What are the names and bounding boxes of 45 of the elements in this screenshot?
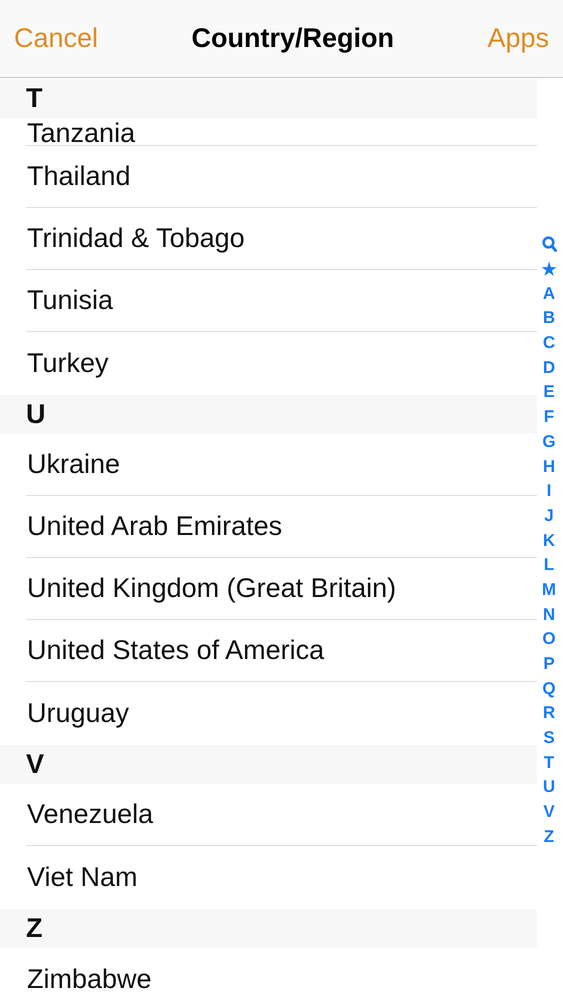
index-letter[interactable]: N	[542, 602, 556, 627]
index-letter[interactable]: ★	[542, 256, 556, 282]
index-letter[interactable]: E	[543, 380, 555, 405]
index-letter[interactable]: Q	[542, 676, 556, 702]
index-letter[interactable]: J	[544, 504, 554, 528]
country-item[interactable]: Viet Nam	[26, 862, 138, 892]
index-letter[interactable]: U	[542, 775, 556, 800]
country-item[interactable]: Trinidad & Tobago	[26, 223, 245, 254]
index-letter[interactable]: I	[546, 478, 552, 504]
cancel-button[interactable]: Cancel	[14, 23, 98, 54]
index-letter[interactable]: S	[543, 726, 555, 750]
screen-title: Country/Region	[192, 23, 394, 54]
index-letter[interactable]: M	[542, 578, 556, 602]
country-item[interactable]: United Kingdom (Great Britain)	[26, 573, 396, 604]
index-letter[interactable]: R	[542, 701, 556, 726]
country-item[interactable]: Tanzania	[27, 118, 136, 145]
section-header: T	[0, 79, 537, 118]
country-item[interactable]: Tunisia	[26, 285, 114, 316]
apps-button[interactable]: Apps	[487, 23, 549, 54]
index-letter[interactable]: O	[542, 627, 556, 652]
index-letter[interactable]: D	[542, 355, 556, 380]
country-item[interactable]: Zimbabwe	[26, 964, 152, 994]
country-item[interactable]: Uruguay	[26, 698, 130, 728]
index-letter[interactable]: V	[543, 800, 555, 824]
index-letter[interactable]: H	[542, 454, 556, 479]
country-item[interactable]: Turkey	[26, 348, 109, 378]
section-header: Z	[0, 909, 537, 948]
index-letter[interactable]: K	[542, 528, 556, 553]
search-icon[interactable]	[542, 236, 556, 252]
section-header: V	[0, 745, 537, 784]
country-item[interactable]: Venezuela	[26, 799, 154, 830]
country-item[interactable]: Ukraine	[26, 449, 120, 480]
index-letter[interactable]: T	[544, 750, 554, 776]
index-letter[interactable]: A	[542, 281, 556, 306]
index-letter[interactable]: C	[542, 330, 556, 356]
index-letter[interactable]: G	[542, 430, 556, 454]
country-item[interactable]: Thailand	[26, 161, 131, 192]
index-letter[interactable]: Z	[544, 824, 554, 850]
index-letter[interactable]: P	[543, 652, 555, 676]
country-item[interactable]: United Arab Emirates	[26, 511, 282, 542]
index-letter[interactable]: L	[544, 552, 554, 578]
index-letter[interactable]: B	[542, 306, 556, 331]
country-item[interactable]: United States of America	[26, 635, 324, 666]
section-header: U	[0, 395, 537, 434]
index-letter[interactable]: F	[544, 404, 554, 430]
